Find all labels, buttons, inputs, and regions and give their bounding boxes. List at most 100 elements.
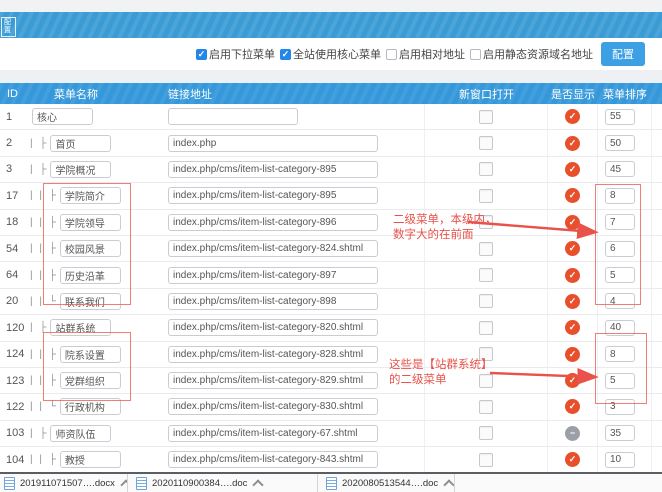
link-input[interactable] bbox=[168, 161, 378, 178]
visible-check-icon[interactable]: ✓ bbox=[565, 268, 580, 283]
table-row: 124| | ├✓ bbox=[0, 342, 662, 368]
new-window-checkbox[interactable] bbox=[479, 321, 493, 335]
visible-check-icon[interactable]: ✓ bbox=[565, 109, 580, 124]
new-window-checkbox[interactable] bbox=[479, 294, 493, 308]
sort-input[interactable] bbox=[605, 425, 635, 441]
menu-name-input[interactable] bbox=[60, 214, 121, 231]
link-input[interactable] bbox=[168, 425, 378, 442]
visible-check-icon[interactable]: ✓ bbox=[565, 215, 580, 230]
row-id: 64 bbox=[0, 262, 26, 287]
new-window-checkbox[interactable] bbox=[479, 162, 493, 176]
sort-input[interactable] bbox=[605, 320, 635, 336]
gray-strip bbox=[0, 70, 662, 83]
menu-name-input[interactable] bbox=[32, 108, 93, 125]
menu-name-cell: | | ├ bbox=[26, 183, 165, 208]
menu-name-input[interactable] bbox=[60, 240, 121, 257]
link-input[interactable] bbox=[168, 372, 378, 389]
visible-cell: ✓ bbox=[548, 447, 598, 472]
download-item[interactable]: 201911071507….docx bbox=[0, 474, 128, 492]
checked-checkbox[interactable]: ✓ bbox=[280, 49, 291, 60]
menu-name-input[interactable] bbox=[50, 135, 111, 152]
sort-cell bbox=[598, 262, 652, 287]
visible-cell: ✓ bbox=[548, 157, 598, 182]
new-window-checkbox[interactable] bbox=[479, 110, 493, 124]
sort-input[interactable] bbox=[605, 399, 635, 415]
sort-input[interactable] bbox=[605, 241, 635, 257]
link-input[interactable] bbox=[168, 267, 378, 284]
new-window-checkbox[interactable] bbox=[479, 453, 493, 467]
sort-input[interactable] bbox=[605, 214, 635, 230]
visible-check-icon[interactable]: ✓ bbox=[565, 136, 580, 151]
column-header-name: 菜单名称 bbox=[26, 86, 165, 102]
visible-check-icon[interactable]: ✓ bbox=[565, 373, 580, 388]
visible-check-icon[interactable]: ✓ bbox=[565, 294, 580, 309]
link-cell bbox=[165, 104, 425, 129]
menu-name-input[interactable] bbox=[50, 425, 111, 442]
new-window-checkbox[interactable] bbox=[479, 268, 493, 282]
sort-cell bbox=[598, 104, 652, 129]
link-input[interactable] bbox=[168, 135, 378, 152]
menu-name-input[interactable] bbox=[60, 398, 121, 415]
chevron-up-icon[interactable] bbox=[120, 479, 128, 490]
chevron-up-icon[interactable] bbox=[443, 479, 454, 490]
download-filename: 201911071507….docx bbox=[20, 478, 115, 489]
sort-input[interactable] bbox=[605, 373, 635, 389]
new-window-checkbox[interactable] bbox=[479, 400, 493, 414]
sort-input[interactable] bbox=[605, 346, 635, 362]
link-input[interactable] bbox=[168, 451, 378, 468]
visible-check-icon[interactable]: ✓ bbox=[565, 162, 580, 177]
new-window-checkbox[interactable] bbox=[479, 189, 493, 203]
sort-input[interactable] bbox=[605, 188, 635, 204]
link-input[interactable] bbox=[168, 293, 378, 310]
annotation-line: 二级菜单，本级内， bbox=[393, 213, 497, 228]
new-window-checkbox[interactable] bbox=[479, 426, 493, 440]
visible-check-icon[interactable]: ✓ bbox=[565, 320, 580, 335]
visible-check-icon[interactable]: ✓ bbox=[565, 452, 580, 467]
menu-name-input[interactable] bbox=[60, 372, 121, 389]
unchecked-checkbox[interactable] bbox=[386, 49, 397, 60]
config-button[interactable]: 配置 bbox=[601, 42, 645, 66]
sort-input[interactable] bbox=[605, 293, 635, 309]
link-input[interactable] bbox=[168, 346, 378, 363]
link-input[interactable] bbox=[168, 108, 298, 125]
row-id: 123 bbox=[0, 368, 26, 393]
visible-check-icon[interactable]: ✓ bbox=[565, 241, 580, 256]
row-id: 1 bbox=[0, 104, 26, 129]
download-item[interactable]: 2020110900384….doc bbox=[128, 474, 318, 492]
link-cell bbox=[165, 289, 425, 314]
link-input[interactable] bbox=[168, 319, 378, 336]
download-item[interactable]: 2020080513544….doc bbox=[318, 474, 455, 492]
link-input[interactable] bbox=[168, 187, 378, 204]
menu-name-input[interactable] bbox=[60, 346, 121, 363]
config-option: 启用静态资源域名地址 bbox=[470, 46, 593, 62]
sort-input[interactable] bbox=[605, 267, 635, 283]
tree-prefix: | ├ bbox=[30, 164, 48, 175]
menu-name-input[interactable] bbox=[50, 161, 111, 178]
sort-input[interactable] bbox=[605, 452, 635, 468]
unchecked-checkbox[interactable] bbox=[470, 49, 481, 60]
config-tab-badge[interactable]: 配置 bbox=[1, 17, 16, 37]
new-window-checkbox[interactable] bbox=[479, 242, 493, 256]
sort-input[interactable] bbox=[605, 161, 635, 177]
menu-name-input[interactable] bbox=[60, 293, 121, 310]
word-doc-icon bbox=[326, 477, 337, 490]
config-option-label: 启用静态资源域名地址 bbox=[483, 46, 593, 62]
visible-check-icon[interactable]: ✓ bbox=[565, 188, 580, 203]
menu-name-input[interactable] bbox=[60, 187, 121, 204]
new-window-checkbox[interactable] bbox=[479, 136, 493, 150]
visible-disabled-icon[interactable]: − bbox=[565, 426, 580, 441]
visible-check-icon[interactable]: ✓ bbox=[565, 347, 580, 362]
visible-check-icon[interactable]: ✓ bbox=[565, 399, 580, 414]
sort-input[interactable] bbox=[605, 109, 635, 125]
link-input[interactable] bbox=[168, 240, 378, 257]
menu-name-input[interactable] bbox=[50, 319, 111, 336]
menu-name-input[interactable] bbox=[60, 267, 121, 284]
sort-input[interactable] bbox=[605, 135, 635, 151]
menu-name-input[interactable] bbox=[60, 451, 121, 468]
chevron-up-icon[interactable] bbox=[253, 479, 264, 490]
link-input[interactable] bbox=[168, 214, 378, 231]
menu-name-cell: | ├ bbox=[26, 315, 165, 340]
link-input[interactable] bbox=[168, 398, 378, 415]
visible-cell: ✓ bbox=[548, 342, 598, 367]
checked-checkbox[interactable]: ✓ bbox=[196, 49, 207, 60]
